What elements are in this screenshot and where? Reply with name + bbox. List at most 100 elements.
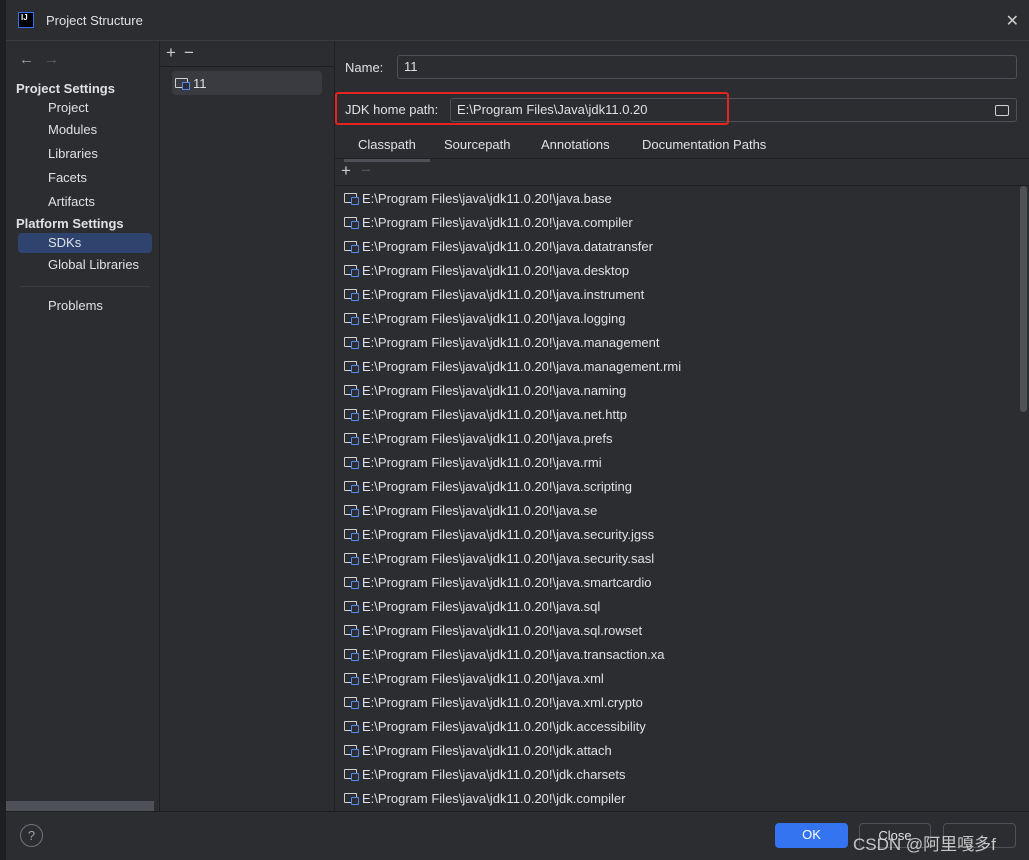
sidebar-item-artifacts[interactable]: Artifacts bbox=[18, 192, 152, 212]
list-item[interactable]: E:\Program Files\java\jdk11.0.20!\java.t… bbox=[335, 642, 1029, 666]
sidebar-item-global-libraries[interactable]: Global Libraries bbox=[18, 255, 152, 275]
sidebar-item-modules[interactable]: Modules bbox=[18, 120, 152, 140]
jar-folder-icon bbox=[344, 625, 359, 637]
path-label: E:\Program Files\java\jdk11.0.20!\java.x… bbox=[362, 694, 643, 710]
name-label: Name: bbox=[345, 60, 384, 75]
list-item[interactable]: E:\Program Files\java\jdk11.0.20!\java.x… bbox=[335, 666, 1029, 690]
jdk-folder-icon bbox=[175, 78, 190, 90]
list-item[interactable]: E:\Program Files\java\jdk11.0.20!\java.r… bbox=[335, 450, 1029, 474]
path-label: E:\Program Files\java\jdk11.0.20!\jdk.co… bbox=[362, 790, 626, 806]
list-item[interactable]: E:\Program Files\java\jdk11.0.20!\java.i… bbox=[335, 282, 1029, 306]
sidebar-item-libraries[interactable]: Libraries bbox=[18, 144, 152, 164]
tab-documentation-paths[interactable]: Documentation Paths bbox=[642, 137, 766, 152]
jar-folder-icon bbox=[344, 721, 359, 733]
list-item[interactable]: E:\Program Files\java\jdk11.0.20!\java.m… bbox=[335, 330, 1029, 354]
list-item[interactable]: E:\Program Files\java\jdk11.0.20!\java.d… bbox=[335, 258, 1029, 282]
path-label: E:\Program Files\java\jdk11.0.20!\java.p… bbox=[362, 430, 613, 446]
path-label: E:\Program Files\java\jdk11.0.20!\jdk.ch… bbox=[362, 766, 626, 782]
path-label: E:\Program Files\java\jdk11.0.20!\java.l… bbox=[362, 310, 626, 326]
list-item[interactable]: E:\Program Files\java\jdk11.0.20!\jdk.ac… bbox=[335, 714, 1029, 738]
list-item[interactable]: E:\Program Files\java\jdk11.0.20!\java.s… bbox=[335, 594, 1029, 618]
jar-folder-icon bbox=[344, 313, 359, 325]
jar-folder-icon bbox=[344, 241, 359, 253]
watermark: CSDN @阿里嘎多f bbox=[853, 835, 996, 854]
highlight-box bbox=[335, 92, 729, 125]
jar-folder-icon bbox=[344, 793, 359, 805]
name-field[interactable]: 11 bbox=[397, 55, 1017, 79]
path-label: E:\Program Files\java\jdk11.0.20!\java.s… bbox=[362, 478, 632, 494]
list-item[interactable]: E:\Program Files\java\jdk11.0.20!\jdk.at… bbox=[335, 738, 1029, 762]
path-label: E:\Program Files\java\jdk11.0.20!\java.x… bbox=[362, 670, 604, 686]
vertical-scrollbar[interactable] bbox=[1020, 186, 1027, 412]
close-icon[interactable]: ✕ bbox=[1006, 11, 1019, 31]
sidebar-item-problems[interactable]: Problems bbox=[18, 296, 152, 316]
list-item[interactable]: E:\Program Files\java\jdk11.0.20!\java.m… bbox=[335, 354, 1029, 378]
remove-path-icon[interactable]: − bbox=[361, 161, 381, 180]
tab-sourcepath[interactable]: Sourcepath bbox=[444, 137, 511, 152]
jar-folder-icon bbox=[344, 649, 359, 661]
sidebar-item-facets[interactable]: Facets bbox=[18, 168, 152, 188]
list-item[interactable]: E:\Program Files\java\jdk11.0.20!\java.l… bbox=[335, 306, 1029, 330]
add-path-icon[interactable]: + bbox=[341, 161, 361, 180]
jar-folder-icon bbox=[344, 409, 359, 421]
jar-folder-icon bbox=[344, 385, 359, 397]
sidebar-item-sdks[interactable]: SDKs bbox=[18, 233, 152, 253]
jar-folder-icon bbox=[344, 337, 359, 349]
forward-arrow-icon[interactable]: → bbox=[44, 51, 69, 68]
horizontal-scrollbar[interactable] bbox=[6, 801, 154, 811]
sdk-label: 11 bbox=[193, 75, 207, 91]
list-item[interactable]: E:\Program Files\java\jdk11.0.20!\jdk.co… bbox=[335, 786, 1029, 810]
list-item[interactable]: E:\Program Files\java\jdk11.0.20!\java.n… bbox=[335, 402, 1029, 426]
path-label: E:\Program Files\java\jdk11.0.20!\java.c… bbox=[362, 214, 633, 230]
sidebar-item-project[interactable]: Project bbox=[18, 98, 152, 118]
list-item[interactable]: E:\Program Files\java\jdk11.0.20!\java.s… bbox=[335, 474, 1029, 498]
jar-folder-icon bbox=[344, 433, 359, 445]
back-arrow-icon[interactable]: ← bbox=[19, 51, 44, 68]
project-settings-heading: Project Settings bbox=[16, 81, 115, 96]
list-item[interactable]: E:\Program Files\java\jdk11.0.20!\java.s… bbox=[335, 618, 1029, 642]
path-label: E:\Program Files\java\jdk11.0.20!\java.n… bbox=[362, 382, 627, 398]
list-item[interactable]: E:\Program Files\java\jdk11.0.20!\java.d… bbox=[335, 234, 1029, 258]
jar-folder-icon bbox=[344, 529, 359, 541]
jar-folder-icon bbox=[344, 769, 359, 781]
project-structure-dialog: IJ Project Structure ✕ ←→ Project Settin… bbox=[6, 0, 1029, 860]
path-label: E:\Program Files\java\jdk11.0.20!\java.s… bbox=[362, 502, 598, 518]
list-item[interactable]: E:\Program Files\java\jdk11.0.20!\java.n… bbox=[335, 378, 1029, 402]
add-icon[interactable]: + bbox=[166, 43, 184, 62]
path-label: E:\Program Files\java\jdk11.0.20!\java.m… bbox=[362, 358, 682, 374]
jar-folder-icon bbox=[344, 697, 359, 709]
path-label: E:\Program Files\java\jdk11.0.20!\java.d… bbox=[362, 238, 653, 254]
list-item[interactable]: E:\Program Files\java\jdk11.0.20!\jdk.ch… bbox=[335, 762, 1029, 786]
list-item[interactable]: E:\Program Files\java\jdk11.0.20!\java.s… bbox=[335, 546, 1029, 570]
sdk-item[interactable]: 11 bbox=[172, 71, 322, 95]
divider bbox=[20, 286, 150, 287]
jar-folder-icon bbox=[344, 193, 359, 205]
tab-classpath[interactable]: Classpath bbox=[344, 137, 430, 162]
list-item[interactable]: E:\Program Files\java\jdk11.0.20!\java.c… bbox=[335, 210, 1029, 234]
sdk-list-panel: +− 11 bbox=[160, 41, 335, 811]
ok-button[interactable]: OK bbox=[775, 823, 848, 848]
jar-folder-icon bbox=[344, 553, 359, 565]
path-label: E:\Program Files\java\jdk11.0.20!\jdk.ac… bbox=[362, 718, 646, 734]
path-label: E:\Program Files\java\jdk11.0.20!\java.b… bbox=[362, 190, 612, 206]
list-item[interactable]: E:\Program Files\java\jdk11.0.20!\java.s… bbox=[335, 522, 1029, 546]
path-label: E:\Program Files\java\jdk11.0.20!\java.m… bbox=[362, 334, 660, 350]
jar-folder-icon bbox=[344, 361, 359, 373]
path-label: E:\Program Files\java\jdk11.0.20!\java.s… bbox=[362, 598, 601, 614]
remove-icon[interactable]: − bbox=[184, 43, 202, 62]
list-item[interactable]: E:\Program Files\java\jdk11.0.20!\java.s… bbox=[335, 570, 1029, 594]
help-button[interactable]: ? bbox=[20, 824, 43, 847]
path-label: E:\Program Files\java\jdk11.0.20!\java.s… bbox=[362, 526, 655, 542]
sidebar: ←→ Project Settings Project Modules Libr… bbox=[6, 41, 160, 811]
list-item[interactable]: E:\Program Files\java\jdk11.0.20!\java.b… bbox=[335, 186, 1029, 210]
list-item[interactable]: E:\Program Files\java\jdk11.0.20!\java.x… bbox=[335, 690, 1029, 714]
list-item[interactable]: E:\Program Files\java\jdk11.0.20!\java.s… bbox=[335, 498, 1029, 522]
path-label: E:\Program Files\java\jdk11.0.20!\java.s… bbox=[362, 574, 652, 590]
jar-folder-icon bbox=[344, 217, 359, 229]
jar-folder-icon bbox=[344, 505, 359, 517]
tab-annotations[interactable]: Annotations bbox=[541, 137, 610, 152]
jar-folder-icon bbox=[344, 289, 359, 301]
list-item[interactable]: E:\Program Files\java\jdk11.0.20!\java.p… bbox=[335, 426, 1029, 450]
browse-folder-icon[interactable] bbox=[995, 105, 1009, 116]
tab-bar: Classpath Sourcepath Annotations Documen… bbox=[335, 131, 1029, 162]
